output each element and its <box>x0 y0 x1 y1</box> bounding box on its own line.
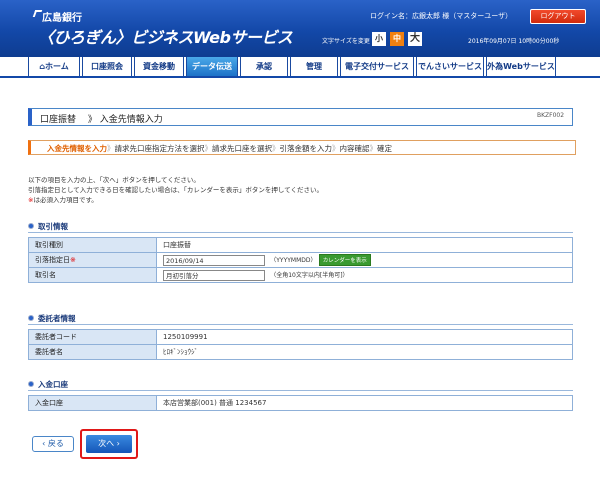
font-size-large-button[interactable]: 大 <box>408 32 422 46</box>
instruction-line: 引落指定日として入力できる日を確認したい場合は、「カレンダーを表示」ボタンを押し… <box>28 186 324 194</box>
date-format-hint: （YYYYMMDD） <box>270 257 317 264</box>
table-row: 委託者コード 1250109991 <box>28 329 573 345</box>
consignor-code-value: 1250109991 <box>156 329 573 345</box>
field-label: 取引種別 <box>28 237 157 253</box>
table-row: 取引種別 口座振替 <box>28 237 573 253</box>
login-name: ログイン名：広銀太郎 様（マスターユーザ） <box>370 12 513 20</box>
step-item: 引落金額を入力 <box>279 144 333 153</box>
field-label: 委託者コード <box>28 329 157 345</box>
tab-approval[interactable]: 承認 <box>240 57 288 77</box>
chevron-right-icon: › <box>114 439 120 448</box>
consignor-name-value: ﾋﾛｷﾞﾝｼｮｳｼﾞ <box>156 344 573 360</box>
step-item: 請求先口座を選択 <box>212 144 272 153</box>
header: 広島銀行 〈ひろぎん〉ビジネスWebサービス ログイン名：広銀太郎 様（マスター… <box>0 0 600 57</box>
bank-name: 広島銀行 <box>42 13 82 24</box>
section-divider <box>28 390 573 391</box>
section-bullet-icon <box>28 381 34 387</box>
tab-management[interactable]: 管理 <box>290 57 338 77</box>
instruction-line: ※は必須入力項目です。 <box>28 196 98 204</box>
step-item: 請求先口座指定方法を選択 <box>114 144 205 153</box>
field-label: 委託者名 <box>28 344 157 360</box>
tab-home[interactable]: ⌂ホーム <box>28 57 80 77</box>
show-calendar-button[interactable]: カレンダーを表示 <box>318 254 371 266</box>
font-size-medium-button[interactable]: 中 <box>390 32 404 46</box>
tab-densai-service[interactable]: でんさいサービス <box>416 57 484 77</box>
next-button-highlight: 次へ › <box>80 429 138 459</box>
section-title-deposit: 入金口座 <box>28 379 68 390</box>
transaction-type-value: 口座振替 <box>156 237 573 253</box>
step-indicator: 入金先情報を入力》請求先口座指定方法を選択》請求先口座を選択》引落金額を入力》内… <box>28 140 576 155</box>
deposit-account-value: 本店営業部(001) 普通 1234567 <box>156 395 573 411</box>
step-item: 内容確認 <box>339 144 370 153</box>
required-mark: ※ <box>70 256 76 264</box>
step-item: 確定 <box>377 144 392 153</box>
debit-date-input[interactable]: 2016/09/14 <box>163 254 265 266</box>
transaction-name-hint: （全角10文字以内[半角可]） <box>270 272 349 279</box>
section-bullet-icon <box>28 223 34 229</box>
screen-id: BKZF002 <box>537 112 565 119</box>
logout-button[interactable]: ログアウト <box>530 9 586 24</box>
tab-electronic-delivery[interactable]: 電子交付サービス <box>340 57 414 77</box>
section-divider <box>28 324 573 325</box>
table-row: 委託者名 ﾋﾛｷﾞﾝｼｮｳｼﾞ <box>28 344 573 360</box>
next-button[interactable]: 次へ › <box>86 435 132 453</box>
step-current: 入金先情報を入力 <box>47 144 107 153</box>
deposit-table: 入金口座 本店営業部(001) 普通 1234567 <box>28 395 573 411</box>
table-row: 取引名 月初引落分 （全角10文字以内[半角可]） <box>28 267 573 283</box>
nav-divider <box>0 76 600 78</box>
table-row: 引落指定日※ 2016/09/14 （YYYYMMDD） カレンダーを表示 <box>28 252 573 268</box>
field-label: 引落指定日※ <box>28 252 157 268</box>
login-datetime: 2016年09月07日 10時00分00秒 <box>468 38 560 45</box>
consignor-table: 委託者コード 1250109991 委託者名 ﾋﾛｷﾞﾝｼｮｳｼﾞ <box>28 329 573 360</box>
field-label: 入金口座 <box>28 395 157 411</box>
back-button[interactable]: ‹ 戻る <box>32 436 74 452</box>
tab-account-inquiry[interactable]: 口座照会 <box>82 57 132 77</box>
transaction-name-input[interactable]: 月初引落分 <box>163 269 265 281</box>
main-nav: ⌂ホーム 口座照会 資金移動 データ伝送 承認 管理 電子交付サービス でんさい… <box>28 57 588 77</box>
instruction-line: 以下の項目を入力の上、「次へ」ボタンを押してください。 <box>28 176 200 184</box>
section-divider <box>28 232 573 233</box>
section-title-consignor: 委託者情報 <box>28 313 76 324</box>
tab-fund-transfer[interactable]: 資金移動 <box>134 57 184 77</box>
field-label: 取引名 <box>28 267 157 283</box>
service-title: 〈ひろぎん〉ビジネスWebサービス <box>38 28 293 47</box>
page-title-box: 口座振替 》 入金先情報入力 <box>28 108 573 126</box>
page-title: 口座振替 》 入金先情報入力 <box>40 115 163 125</box>
chevron-right-icon: 》 <box>78 115 97 125</box>
transaction-table: 取引種別 口座振替 引落指定日※ 2016/09/14 （YYYYMMDD） カ… <box>28 237 573 283</box>
font-size-label: 文字サイズを変更 <box>322 38 370 45</box>
bank-logo-icon <box>32 10 43 17</box>
section-bullet-icon <box>28 315 34 321</box>
section-title-transaction: 取引情報 <box>28 221 68 232</box>
table-row: 入金口座 本店営業部(001) 普通 1234567 <box>28 395 573 411</box>
tab-foreign-exchange[interactable]: 外為Webサービス <box>486 57 556 77</box>
tab-data-transmission[interactable]: データ伝送 <box>186 57 238 77</box>
font-size-small-button[interactable]: 小 <box>372 32 386 46</box>
